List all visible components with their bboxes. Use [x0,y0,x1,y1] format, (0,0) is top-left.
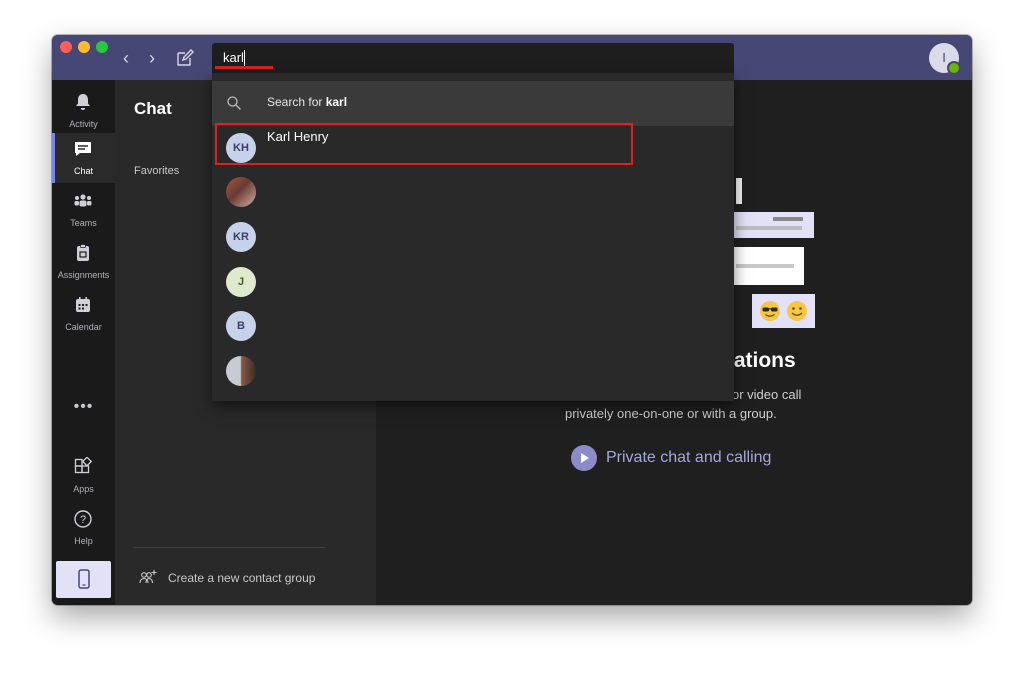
rail-item-help[interactable]: ? Help [52,503,115,553]
rail-item-label: Help [74,536,93,546]
avatar-photo [226,177,256,207]
search-result[interactable] [212,349,734,393]
favorites-section-header[interactable]: Favorites [134,165,179,177]
search-result[interactable]: J [212,260,734,304]
search-suggestions-dropdown: Search for karl KH Karl Henry KR J B [212,73,734,401]
text-caret [244,50,245,66]
create-contact-group-label: Create a new contact group [168,571,316,585]
search-input-value: karl [223,50,244,65]
teams-window: ‹ › karl I Activity Chat Teams Assignmen… [52,35,972,605]
annotation-underline [215,66,273,69]
rail-item-activity[interactable]: Activity [52,86,115,136]
private-chat-calling-label: Private chat and calling [606,449,772,466]
rail-item-label: Apps [73,484,94,494]
presence-status-icon [947,61,961,75]
search-icon [227,96,241,110]
rail-item-calendar[interactable]: Calendar [52,289,115,339]
rail-item-label: Activity [69,119,98,129]
avatar: J [226,267,256,297]
rail-item-label: Assignments [57,270,110,280]
divider [134,547,326,548]
minimize-window-button[interactable] [78,41,90,53]
help-icon: ? [74,510,92,528]
annotation-highlight-box [215,123,633,165]
chat-icon [75,142,91,156]
empty-state-description-line1: or video call [732,387,802,402]
teams-icon [74,194,92,207]
bell-icon [76,94,90,110]
avatar-photo [226,356,256,386]
search-result[interactable] [212,170,734,214]
rail-item-label: Chat [73,166,93,176]
rail-item-teams[interactable]: Teams [52,185,115,235]
search-for-option[interactable]: Search for karl [212,81,734,126]
search-for-label: Search for karl [267,95,348,109]
compose-icon[interactable] [174,47,196,69]
rail-item-label: Calendar [65,322,102,332]
empty-state-description-line2: privately one-on-one or with a group. [565,406,777,421]
rail-item-chat[interactable]: Chat [52,133,115,183]
illustration-card [736,178,742,204]
back-arrow-icon[interactable]: ‹ [116,47,136,69]
add-contact-group-icon [139,570,157,584]
search-input[interactable]: karl [212,43,734,73]
play-icon [571,445,597,471]
illustration-line [736,226,802,230]
sunglasses-emoji-icon [760,301,780,321]
page-title: Chat [134,99,172,118]
more-apps-icon[interactable]: ••• [52,398,115,416]
mobile-phone-icon [78,569,90,589]
download-mobile-button[interactable] [56,561,111,598]
search-result[interactable]: B [212,304,734,348]
apps-icon [74,457,93,474]
svg-text:?: ? [80,514,86,526]
smile-emoji-icon [787,301,807,321]
search-result[interactable]: KR [212,215,734,259]
forward-arrow-icon[interactable]: › [142,47,162,69]
illustration-line [736,264,794,268]
assignments-icon [77,244,89,261]
avatar: KR [226,222,256,252]
illustration-line [773,217,803,221]
rail-item-label: Teams [70,218,97,228]
avatar: B [226,311,256,341]
rail-item-assignments[interactable]: Assignments [52,237,115,287]
calendar-icon [76,297,90,312]
rail-item-apps[interactable]: Apps [52,451,115,501]
close-window-button[interactable] [60,41,72,53]
illustration-card [732,212,814,238]
app-rail: Activity Chat Teams Assignments Calendar… [52,80,115,605]
zoom-window-button[interactable] [96,41,108,53]
